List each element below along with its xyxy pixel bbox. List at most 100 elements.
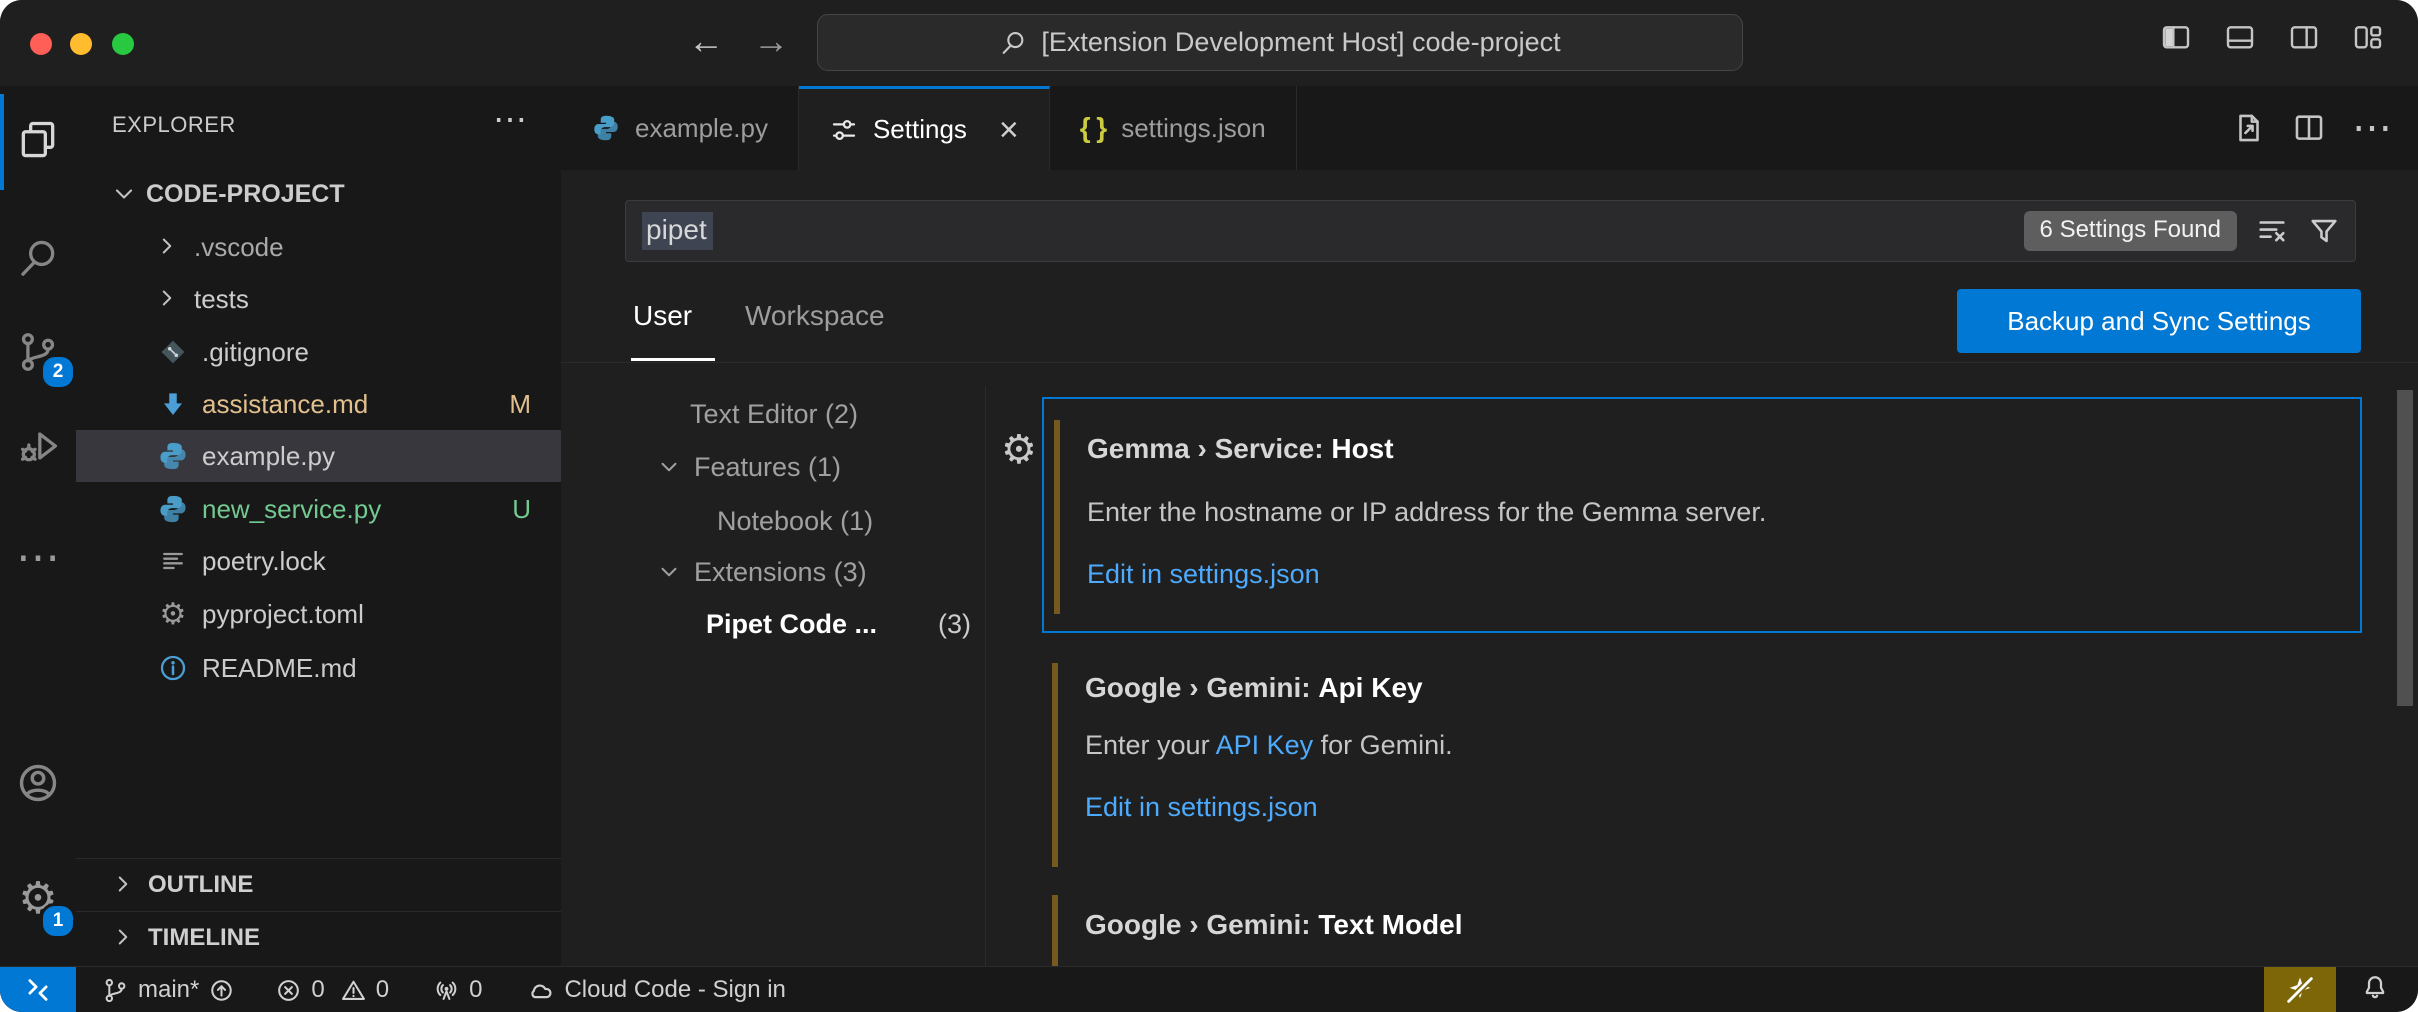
settings-scrollbar[interactable]: [2397, 390, 2413, 706]
modified-indicator: [1054, 420, 1060, 614]
toc-item-notebook[interactable]: Notebook (1): [717, 506, 873, 537]
customize-layout-icon[interactable]: [2350, 22, 2386, 54]
run-debug-view-icon[interactable]: [0, 406, 76, 486]
notifications-bell-item[interactable]: [2360, 972, 2390, 1009]
chevron-right-icon: [154, 233, 182, 261]
problems-status-item[interactable]: 0 0: [275, 976, 389, 1004]
publish-changes-icon: [208, 977, 235, 1004]
lock-file-lines-icon: [158, 546, 188, 576]
search-icon: [999, 29, 1027, 57]
back-icon[interactable]: ←: [684, 20, 728, 62]
tree-item-gitignore[interactable]: .gitignore: [76, 326, 561, 378]
explorer-title: EXPLORER: [112, 112, 236, 138]
chevron-right-icon: [110, 924, 138, 952]
settings-header-divider: [561, 362, 2418, 363]
chevron-down-icon: [656, 559, 684, 587]
json-braces-icon: { }: [1080, 112, 1107, 144]
settings-search-input[interactable]: pipet 6 Settings Found: [625, 200, 2356, 262]
more-views-icon[interactable]: ⋯: [0, 517, 76, 597]
toc-item-features[interactable]: Features (1): [656, 452, 841, 483]
toc-item-pipet-code[interactable]: Pipet Code ... (3): [706, 609, 971, 640]
tab-example-py[interactable]: example.py: [561, 86, 799, 170]
tree-root-code-project[interactable]: CODE-PROJECT: [76, 168, 561, 220]
settings-sliders-icon: [829, 115, 859, 145]
scm-badge: 2: [40, 354, 76, 390]
tree-item-readme-md[interactable]: README.md: [76, 642, 561, 694]
toc-item-extensions[interactable]: Extensions (3): [656, 557, 867, 588]
search-icon: [16, 236, 60, 280]
tab-settings[interactable]: Settings ×: [799, 86, 1050, 170]
tree-item-assistance-md[interactable]: assistance.md M: [76, 378, 561, 430]
active-scope-underline: [631, 358, 715, 361]
edit-in-settings-json-link[interactable]: Edit in settings.json: [1085, 782, 1318, 832]
traffic-minimize-button[interactable]: [70, 33, 92, 55]
toggle-secondary-sidebar-icon[interactable]: [2286, 22, 2322, 54]
setting-row-google-gemini-text-model[interactable]: Google › Gemini: Text Model: [1042, 874, 2362, 966]
timeline-section-header[interactable]: TIMELINE: [76, 913, 561, 963]
tab-settings-json[interactable]: { } settings.json: [1050, 86, 1297, 170]
warnings-icon: [340, 977, 367, 1004]
title-bar: ← → [Extension Development Host] code-pr…: [0, 0, 2418, 86]
scope-tab-workspace[interactable]: Workspace: [745, 300, 885, 332]
outline-section-header[interactable]: OUTLINE: [76, 860, 561, 910]
branch-status-item[interactable]: main*: [102, 976, 235, 1004]
scope-tab-user[interactable]: User: [633, 300, 692, 332]
clear-search-filters-icon[interactable]: [2255, 214, 2289, 248]
explorer-sidebar: EXPLORER ⋯ CODE-PROJECT .vscode tests .g…: [76, 86, 562, 966]
command-center[interactable]: [Extension Development Host] code-projec…: [817, 14, 1743, 71]
warning-count: 0: [376, 976, 389, 1004]
error-count: 0: [311, 976, 324, 1004]
search-view-icon[interactable]: [0, 218, 76, 298]
python-file-icon: [158, 494, 188, 524]
info-file-icon: [158, 653, 188, 683]
toggle-panel-icon[interactable]: [2222, 22, 2258, 54]
filter-settings-icon[interactable]: [2307, 214, 2341, 248]
cloud-code-label: Cloud Code - Sign in: [564, 976, 785, 1004]
window-title: [Extension Development Host] code-projec…: [1041, 27, 1560, 58]
markdown-arrow-icon: [158, 389, 188, 419]
sparkle-slash-status-item[interactable]: [2264, 967, 2336, 1012]
tree-item-example-py[interactable]: example.py: [76, 430, 561, 482]
tree-item-pyproject-toml[interactable]: ⚙ pyproject.toml: [76, 588, 561, 640]
editor-more-actions-icon[interactable]: ⋯: [2352, 105, 2392, 151]
explorer-view-icon[interactable]: [0, 100, 76, 180]
traffic-zoom-button[interactable]: [112, 33, 134, 55]
explorer-more-actions-icon[interactable]: ⋯: [493, 100, 527, 140]
manage-settings-icon[interactable]: ⚙ 1: [0, 859, 76, 939]
traffic-close-button[interactable]: [30, 33, 52, 55]
git-file-icon: [158, 337, 188, 367]
edit-in-settings-json-link[interactable]: Edit in settings.json: [1087, 549, 1320, 599]
settings-badge: 1: [40, 903, 76, 939]
cloud-code-status-item[interactable]: Cloud Code - Sign in: [526, 976, 785, 1005]
gear-file-icon: ⚙: [158, 599, 188, 629]
chevron-right-icon: [110, 871, 138, 899]
python-file-icon: [158, 441, 188, 471]
toc-item-text-editor[interactable]: Text Editor (2): [690, 399, 858, 430]
branch-name: main*: [138, 976, 199, 1004]
tree-item-vscode-folder[interactable]: .vscode: [76, 221, 561, 273]
toc-divider: [985, 386, 986, 966]
api-key-link[interactable]: API Key: [1216, 730, 1314, 760]
modified-indicator: [1052, 895, 1058, 966]
setting-row-gear-icon[interactable]: ⚙: [1001, 430, 1037, 470]
setting-row-gemma-service-host[interactable]: Gemma › Service: Host Enter the hostname…: [1042, 397, 2362, 633]
files-icon: [16, 118, 60, 162]
errors-icon: [275, 977, 302, 1004]
tab-strip: example.py Settings × { } settings.json …: [561, 86, 2418, 170]
forward-icon[interactable]: →: [749, 20, 793, 62]
tree-item-new-service-py[interactable]: new_service.py U: [76, 483, 561, 535]
git-untracked-badge: U: [512, 494, 531, 525]
open-settings-json-icon[interactable]: [2232, 111, 2266, 145]
tree-item-tests-folder[interactable]: tests: [76, 273, 561, 325]
remote-indicator[interactable]: [0, 967, 76, 1012]
ports-status-item[interactable]: 0: [433, 976, 482, 1004]
backup-sync-settings-button[interactable]: Backup and Sync Settings: [1957, 289, 2361, 353]
toggle-primary-sidebar-icon[interactable]: [2158, 22, 2194, 54]
remote-icon: [23, 975, 53, 1005]
accounts-icon[interactable]: [0, 743, 76, 823]
close-tab-icon[interactable]: ×: [999, 113, 1019, 147]
source-control-view-icon[interactable]: 2: [0, 312, 76, 392]
split-editor-icon[interactable]: [2292, 111, 2326, 145]
setting-row-google-gemini-api-key[interactable]: Google › Gemini: Api Key Enter your API …: [1042, 660, 2362, 870]
tree-item-poetry-lock[interactable]: poetry.lock: [76, 535, 561, 587]
